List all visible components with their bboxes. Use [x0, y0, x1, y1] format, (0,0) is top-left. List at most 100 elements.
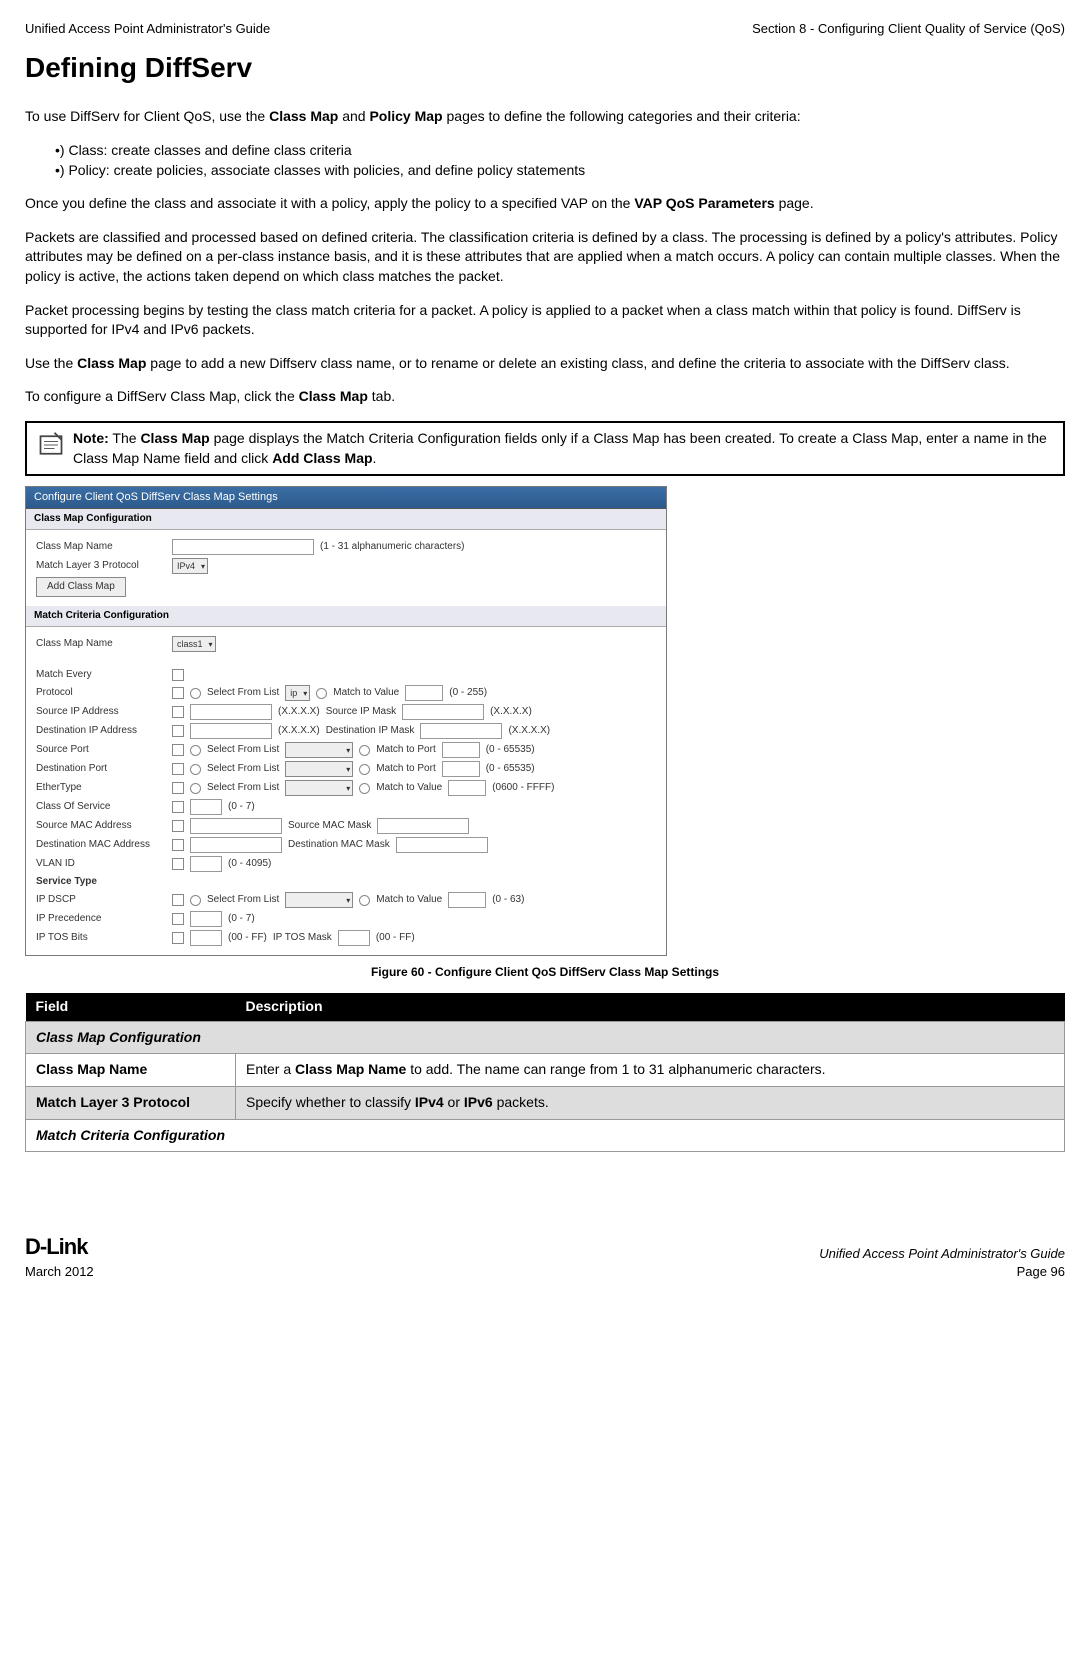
chk-sip[interactable] — [172, 706, 184, 718]
select-dscp[interactable] — [285, 892, 353, 908]
label-classmapname: Class Map Name — [36, 540, 166, 554]
label-sp: Source Port — [36, 743, 166, 757]
select-classmapname[interactable]: class1 — [172, 636, 216, 652]
para-classmap: Use the Class Map page to add a new Diff… — [25, 354, 1065, 374]
select-et[interactable] — [285, 780, 353, 796]
input-smac[interactable] — [190, 818, 282, 834]
header-right: Section 8 - Configuring Client Quality o… — [752, 20, 1065, 38]
figure-titlebar: Configure Client QoS DiffServ Class Map … — [26, 487, 666, 509]
input-sp-val[interactable] — [442, 742, 480, 758]
input-dip[interactable] — [190, 723, 272, 739]
label-classmapname2: Class Map Name — [36, 637, 166, 651]
header-left: Unified Access Point Administrator's Gui… — [25, 20, 270, 38]
label-et: EtherType — [36, 781, 166, 795]
input-vlan[interactable] — [190, 856, 222, 872]
row-matchcriteriaconfig: Match Criteria Configuration — [26, 1119, 1065, 1152]
input-tosm[interactable] — [338, 930, 370, 946]
radio-dscp-val[interactable] — [359, 895, 370, 906]
input-classmapname[interactable] — [172, 539, 314, 555]
chk-ipp[interactable] — [172, 913, 184, 925]
page-footer: D-Link March 2012 Unified Access Point A… — [25, 1232, 1065, 1281]
dlink-logo: D-Link — [25, 1232, 94, 1263]
bullet-class: •) Class: create classes and define clas… — [55, 141, 1065, 161]
screenshot-figure: Configure Client QoS DiffServ Class Map … — [25, 486, 667, 956]
chk-dip[interactable] — [172, 725, 184, 737]
button-addclassmap[interactable]: Add Class Map — [36, 577, 126, 597]
footer-date: March 2012 — [25, 1263, 94, 1281]
label-ml3: Match Layer 3 Protocol — [36, 559, 166, 573]
input-sipm[interactable] — [402, 704, 484, 720]
chk-smac[interactable] — [172, 820, 184, 832]
note-box: Note: The Class Map page displays the Ma… — [25, 421, 1065, 476]
input-dipm[interactable] — [420, 723, 502, 739]
select-ml3[interactable]: IPv4 — [172, 558, 208, 574]
row-classmapconfig: Class Map Configuration — [26, 1021, 1065, 1054]
chk-dscp[interactable] — [172, 894, 184, 906]
label-tos: IP TOS Bits — [36, 931, 166, 945]
label-dip: Destination IP Address — [36, 724, 166, 738]
note-text: Note: The Class Map page displays the Ma… — [73, 429, 1053, 468]
input-ipp[interactable] — [190, 911, 222, 927]
input-proto-val[interactable] — [405, 685, 443, 701]
label-dmac: Destination MAC Address — [36, 838, 166, 852]
cell-cmn-field: Class Map Name — [26, 1054, 236, 1087]
chk-protocol[interactable] — [172, 687, 184, 699]
label-smac: Source MAC Address — [36, 819, 166, 833]
footer-left: D-Link March 2012 — [25, 1232, 94, 1281]
description-table: FieldDescription Class Map Configuration… — [25, 993, 1065, 1152]
label-servicetype: Service Type — [36, 875, 166, 889]
note-icon — [37, 429, 73, 465]
label-dp: Destination Port — [36, 762, 166, 776]
chk-et[interactable] — [172, 782, 184, 794]
cell-ml3-desc: Specify whether to classify IPv4 or IPv6… — [236, 1087, 1065, 1120]
radio-proto-list[interactable] — [190, 688, 201, 699]
th-desc: Description — [236, 993, 1065, 1021]
input-dscp-val[interactable] — [448, 892, 486, 908]
chk-dmac[interactable] — [172, 839, 184, 851]
para-classified: Packets are classified and processed bas… — [25, 228, 1065, 287]
fig-section-classmap: Class Map Configuration — [26, 509, 666, 530]
radio-sp-port[interactable] — [359, 745, 370, 756]
chk-matchevery[interactable] — [172, 669, 184, 681]
radio-dscp-list[interactable] — [190, 895, 201, 906]
radio-proto-val[interactable] — [316, 688, 327, 699]
cell-cmn-desc: Enter a Class Map Name to add. The name … — [236, 1054, 1065, 1087]
label-sip: Source IP Address — [36, 705, 166, 719]
radio-et-val[interactable] — [359, 783, 370, 794]
chk-dp[interactable] — [172, 763, 184, 775]
radio-dp-list[interactable] — [190, 764, 201, 775]
label-cos: Class Of Service — [36, 800, 166, 814]
bullet-policy: •) Policy: create policies, associate cl… — [55, 161, 1065, 181]
cell-ml3-field: Match Layer 3 Protocol — [26, 1087, 236, 1120]
radio-sp-list[interactable] — [190, 745, 201, 756]
intro-para: To use DiffServ for Client QoS, use the … — [25, 107, 1065, 127]
label-matchevery: Match Every — [36, 668, 166, 682]
label-protocol: Protocol — [36, 686, 166, 700]
fig-section-matchcriteria: Match Criteria Configuration — [26, 606, 666, 627]
page-title: Defining DiffServ — [25, 48, 1065, 87]
input-dmac[interactable] — [190, 837, 282, 853]
para-processing: Packet processing begins by testing the … — [25, 301, 1065, 340]
input-tos[interactable] — [190, 930, 222, 946]
input-smacm[interactable] — [377, 818, 469, 834]
para-vap: Once you define the class and associate … — [25, 194, 1065, 214]
input-et-val[interactable] — [448, 780, 486, 796]
label-ipp: IP Precedence — [36, 912, 166, 926]
select-dp[interactable] — [285, 761, 353, 777]
para-configure: To configure a DiffServ Class Map, click… — [25, 387, 1065, 407]
footer-right: Unified Access Point Administrator's Gui… — [819, 1245, 1065, 1281]
th-field: Field — [26, 993, 236, 1021]
select-proto[interactable]: ip — [285, 685, 310, 701]
chk-tos[interactable] — [172, 932, 184, 944]
select-sp[interactable] — [285, 742, 353, 758]
chk-cos[interactable] — [172, 801, 184, 813]
radio-et-list[interactable] — [190, 783, 201, 794]
input-cos[interactable] — [190, 799, 222, 815]
label-dscp: IP DSCP — [36, 893, 166, 907]
input-sip[interactable] — [190, 704, 272, 720]
radio-dp-port[interactable] — [359, 764, 370, 775]
input-dp-val[interactable] — [442, 761, 480, 777]
chk-vlan[interactable] — [172, 858, 184, 870]
chk-sp[interactable] — [172, 744, 184, 756]
input-dmacm[interactable] — [396, 837, 488, 853]
